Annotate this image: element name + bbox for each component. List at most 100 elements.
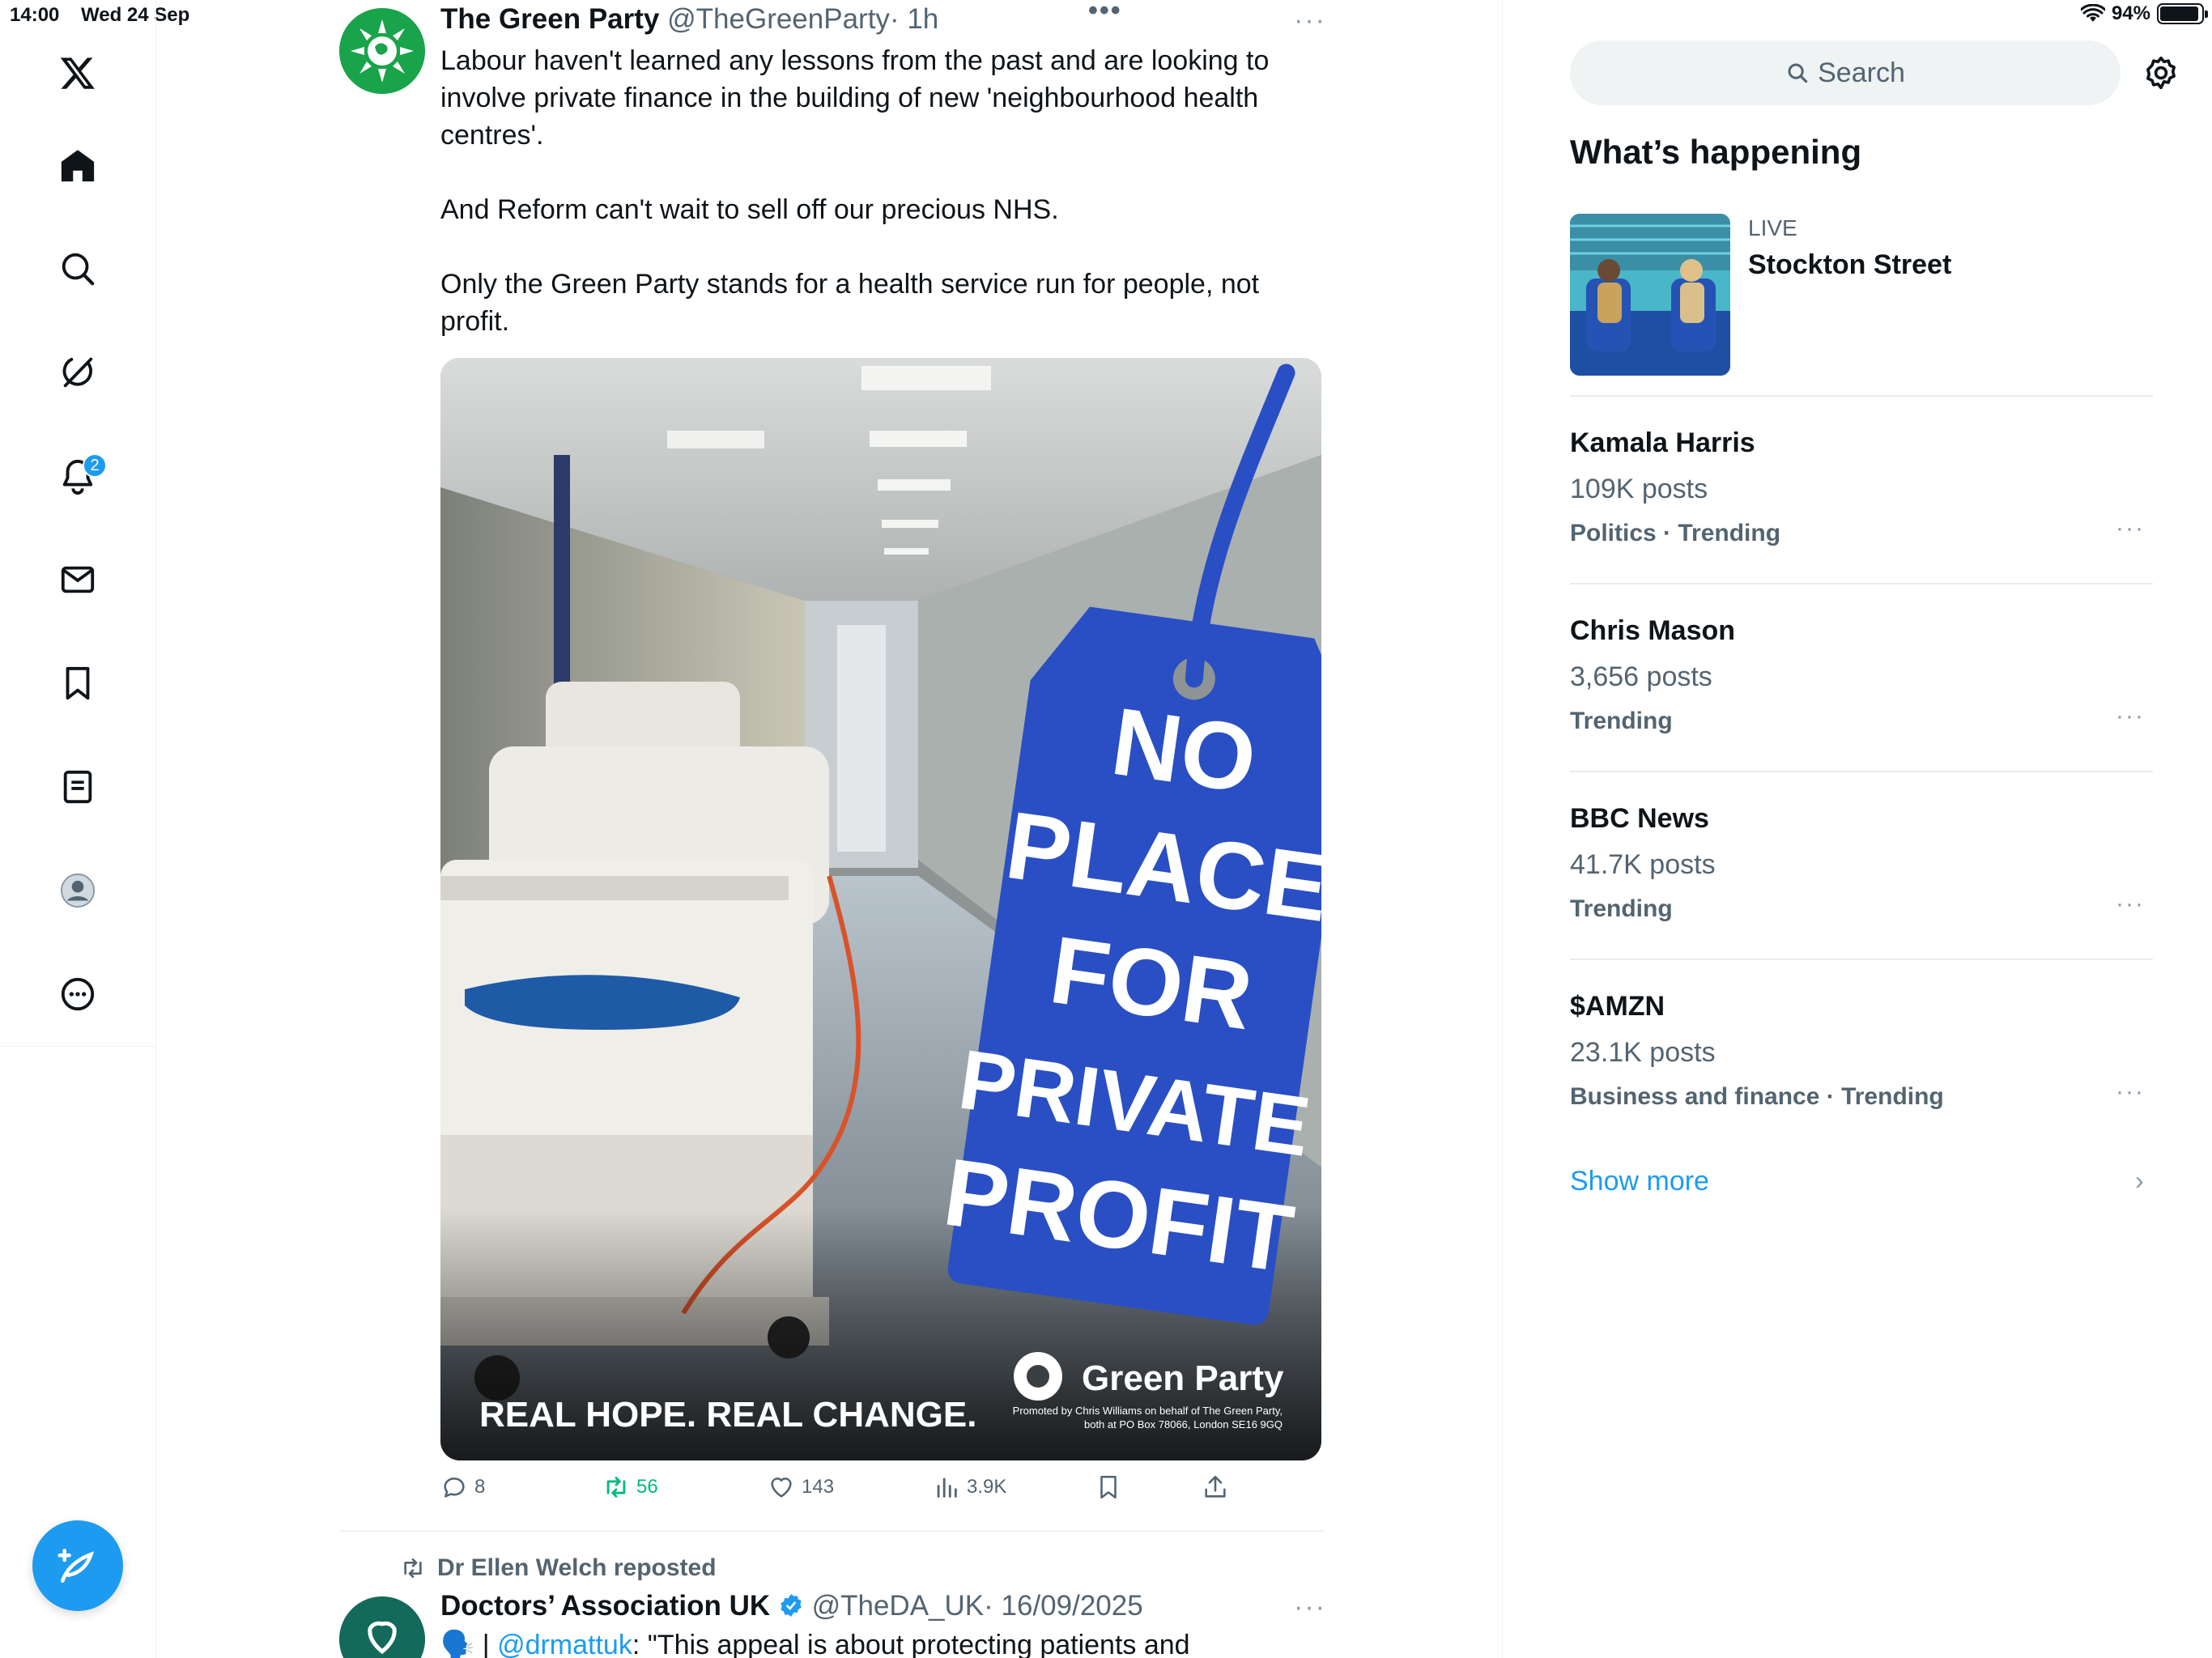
more-icon[interactable]: [53, 970, 102, 1018]
tweet-line: centres'.: [440, 120, 544, 151]
bookmark-icon: [1100, 1475, 1117, 1499]
trend-item[interactable]: Kamala Harris 109K posts Politics · Tren…: [1570, 427, 2153, 547]
tweet-line: [440, 228, 1331, 266]
tweet-line: And Reform can't wait to sell off our pr…: [440, 194, 1059, 225]
trend-more-button[interactable]: ···: [2116, 891, 2145, 918]
nav-divider: [0, 1046, 156, 1047]
section-title: What’s happening: [1570, 133, 1862, 171]
tweet-time[interactable]: · 1h: [890, 3, 938, 35]
trend-posts: 41.7K posts: [1570, 849, 1716, 880]
repost-icon: [404, 1558, 422, 1578]
trend-posts: 3,656 posts: [1570, 661, 1712, 692]
trend-name: Kamala Harris: [1570, 427, 1755, 458]
trend-divider: [1570, 395, 2153, 397]
repost-context[interactable]: Dr Ellen Welch reposted: [400, 1554, 717, 1582]
trend-name: BBC News: [1570, 803, 1709, 834]
reply-icon: [444, 1477, 465, 1498]
tweet-line: involve private finance in the building …: [440, 83, 1259, 113]
trend-name: Chris Mason: [1570, 615, 1736, 646]
bell-icon[interactable]: 2: [53, 452, 107, 500]
tweet-line: Only the Green Party stands for a health…: [440, 269, 1260, 300]
tweet-line: Labour haven't learned any lessons from …: [440, 45, 1270, 76]
tweet-time[interactable]: · 16/09/2025: [984, 1590, 1143, 1622]
tweet-line: [440, 154, 1331, 191]
reply-button[interactable]: 8: [440, 1473, 485, 1501]
trend-category: Trending: [1570, 895, 1673, 922]
bookmark-icon[interactable]: [53, 659, 102, 708]
left-nav: 2: [0, 0, 156, 1658]
tweet-divider: [339, 1530, 1324, 1532]
tweet-body: 🗣️ | @drmattuk: "This appeal is about pr…: [440, 1629, 1190, 1658]
search-input[interactable]: Search: [1570, 40, 2121, 105]
poster-imprint: Promoted by Chris Williams on behalf of …: [1013, 1405, 1283, 1417]
repost-icon: [606, 1477, 626, 1498]
green-party-avatar[interactable]: [339, 8, 425, 94]
author-handle[interactable]: @TheDA_UK: [812, 1590, 985, 1622]
mail-icon[interactable]: [53, 555, 102, 604]
tweet-body: Labour haven't learned any lessons from …: [440, 42, 1331, 340]
author-handle[interactable]: @TheGreenParty: [667, 3, 890, 35]
home-icon[interactable]: [53, 142, 102, 190]
trend-divider: [1570, 771, 2153, 772]
trend-posts: 23.1K posts: [1570, 1037, 1716, 1068]
trend-more-button[interactable]: ···: [2116, 703, 2145, 730]
live-title[interactable]: Stockton Street: [1748, 249, 1951, 281]
repost-count: 56: [636, 1476, 658, 1498]
lists-icon[interactable]: [53, 763, 102, 811]
reply-count: 8: [474, 1476, 486, 1498]
tweet-line: profit.: [440, 306, 510, 337]
verified-badge-icon: [781, 1594, 802, 1617]
poster-brand: Green Party: [1082, 1358, 1284, 1398]
share-button[interactable]: [1202, 1473, 1229, 1501]
heart-icon: [771, 1477, 792, 1498]
author-name[interactable]: The Green Party: [440, 3, 659, 35]
gear-icon[interactable]: [2143, 55, 2179, 91]
bookmark-button[interactable]: [1095, 1473, 1122, 1501]
repost-label: Dr Ellen Welch reposted: [437, 1554, 717, 1581]
compose-post-button[interactable]: [32, 1520, 123, 1611]
profile-icon[interactable]: [53, 866, 102, 915]
trend-category: Politics · Trending: [1570, 520, 1781, 546]
grok-icon[interactable]: [53, 348, 102, 397]
tweet-header: The Green Party @TheGreenParty· 1h: [440, 3, 938, 36]
tweet-media-image[interactable]: NO PLACE FOR PRIVATE PROFIT REAL HOPE. R…: [440, 358, 1321, 1460]
tweet-actions: 8 56 143 3.9K: [440, 1473, 1331, 1514]
show-more-link[interactable]: Show more: [1570, 1166, 1709, 1197]
tweet-more-button[interactable]: ···: [1294, 1592, 1326, 1623]
repost-button[interactable]: 56: [602, 1473, 658, 1501]
share-icon: [1205, 1475, 1226, 1498]
trend-posts: 109K posts: [1570, 474, 1708, 504]
poster-slogan: REAL HOPE. REAL CHANGE.: [479, 1395, 976, 1435]
tweet-header: Doctors’ Association UK @TheDA_UK· 16/09…: [440, 1590, 1143, 1622]
sheet-handle-dots: •••: [1088, 0, 1122, 26]
tweet-more-button[interactable]: ···: [1294, 5, 1326, 36]
x-logo-icon[interactable]: [53, 49, 102, 97]
live-event-thumbnail[interactable]: [1570, 214, 1730, 376]
trend-item[interactable]: Chris Mason 3,656 posts Trending ···: [1570, 615, 2153, 735]
search-icon[interactable]: [53, 244, 102, 293]
trend-item[interactable]: BBC News 41.7K posts Trending ···: [1570, 803, 2153, 923]
search-icon: [1788, 63, 1808, 83]
trend-divider: [1570, 583, 2153, 585]
trend-more-button[interactable]: ···: [2116, 515, 2145, 542]
right-sidebar: Search What’s happening LIVE Stockton St…: [1504, 0, 2212, 1658]
trend-divider: [1570, 959, 2153, 960]
view-count: 3.9K: [967, 1476, 1007, 1498]
views-button[interactable]: 3.9K: [933, 1473, 1006, 1501]
trend-category: Trending: [1570, 708, 1673, 734]
trend-item[interactable]: $AMZN 23.1K posts Business and finance ·…: [1570, 991, 2153, 1111]
live-label: LIVE: [1748, 215, 1797, 240]
compose-icon: [57, 1549, 95, 1583]
trend-more-button[interactable]: ···: [2116, 1078, 2145, 1106]
tweet-prefix: 🗣️ |: [440, 1630, 498, 1658]
mention-link[interactable]: @drmattuk: [497, 1630, 632, 1658]
tweet-text: : "This appeal is about protecting patie…: [632, 1630, 1190, 1658]
like-button[interactable]: 143: [768, 1473, 834, 1501]
trend-name: $AMZN: [1570, 991, 1665, 1022]
green-party-logo: [1014, 1352, 1062, 1401]
tag-line: NO: [1106, 688, 1263, 814]
author-name[interactable]: Doctors’ Association UK: [440, 1590, 770, 1622]
analytics-icon: [937, 1477, 957, 1498]
search-placeholder: Search: [1818, 57, 1905, 88]
like-count: 143: [802, 1476, 835, 1498]
